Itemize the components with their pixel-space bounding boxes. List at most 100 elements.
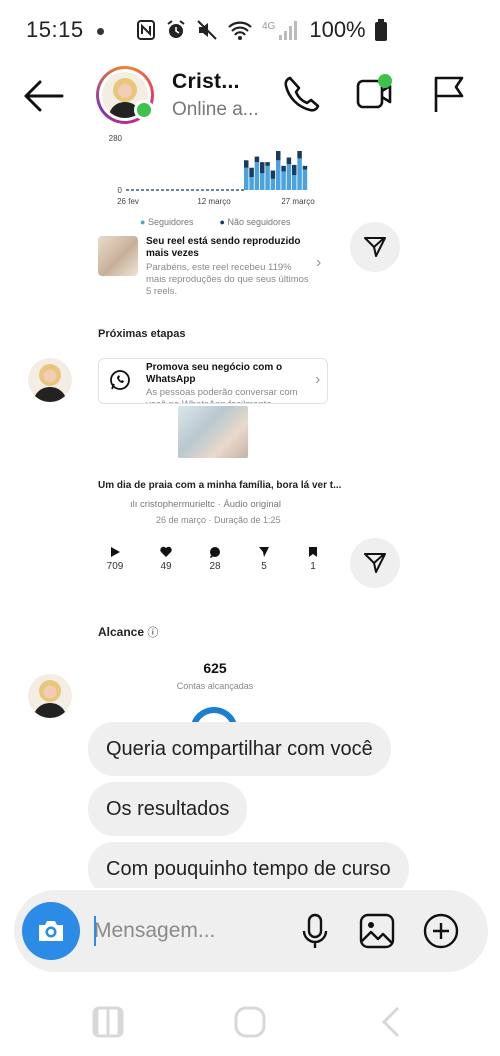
reach-title-text: Alcance xyxy=(98,625,145,639)
contact-name[interactable]: Crist... xyxy=(172,70,240,94)
status-icons: 4G 100% xyxy=(136,17,387,43)
chevron-right-icon: › xyxy=(315,371,321,388)
stat-comments: 28 xyxy=(195,546,235,572)
reel-author: ılı cristophermurieltc · Áudio original xyxy=(130,499,281,510)
reach-label: Contas alcançadas xyxy=(176,681,254,691)
gallery-button[interactable] xyxy=(356,910,398,952)
voice-call-button[interactable] xyxy=(280,72,324,116)
y-tick-label: 0 xyxy=(118,186,123,195)
stat-likes: 49 xyxy=(146,546,186,572)
image-icon xyxy=(359,913,395,949)
legend-item-followers: ● Seguidores xyxy=(140,217,194,227)
stat-value: 49 xyxy=(160,561,172,572)
flag-icon xyxy=(434,76,464,112)
avatar-photo xyxy=(28,674,72,718)
bar-followers xyxy=(244,167,249,190)
bar-followers xyxy=(292,175,297,190)
status-time: 15:15 xyxy=(26,17,84,42)
x-tick-label: 12 março xyxy=(197,197,231,206)
bar-non-followers xyxy=(249,167,254,177)
whatsapp-promo-item[interactable]: Promova seu negócio com o WhatsApp As pe… xyxy=(98,358,328,404)
x-tick-label: 27 março xyxy=(281,197,315,206)
voice-message-button[interactable] xyxy=(294,910,336,952)
bookmark-icon xyxy=(309,547,317,557)
back-button[interactable] xyxy=(20,76,66,116)
legend-item-non-followers: ● Não seguidores xyxy=(219,217,291,227)
sender-avatar[interactable] xyxy=(28,358,72,402)
send-icon xyxy=(364,237,386,257)
online-indicator xyxy=(134,100,154,120)
stat-plays: 709 xyxy=(95,546,135,572)
whatsapp-promo-title: Promova seu negócio com o WhatsApp xyxy=(146,362,283,385)
message-list[interactable]: 280 0 26 fev 12 março 27 março ● Seguidores … xyxy=(0,128,500,888)
heart-icon xyxy=(160,546,172,557)
avatar-photo xyxy=(28,358,72,402)
audio-icon: ılı xyxy=(130,499,141,510)
stat-saves: 1 xyxy=(293,546,333,572)
bar-followers xyxy=(281,171,286,190)
bar-non-followers xyxy=(260,162,265,174)
mute-icon xyxy=(197,20,217,40)
bar-non-followers xyxy=(276,151,281,161)
bar-non-followers xyxy=(270,170,276,179)
status-bar: 15:15 4G 100% xyxy=(0,0,500,60)
insight-item[interactable]: Seu reel está sendo reproduzido mais vez… xyxy=(98,236,338,297)
reel-thumbnail[interactable] xyxy=(178,406,248,458)
nfc-icon xyxy=(137,20,155,40)
camera-button[interactable] xyxy=(22,902,80,960)
send-icon xyxy=(364,553,386,573)
reel-meta: 26 de março · Duração de 1:25 xyxy=(156,515,281,525)
bar-non-followers xyxy=(254,156,260,163)
add-button[interactable] xyxy=(420,910,462,952)
home-button[interactable] xyxy=(230,1002,270,1042)
recent-apps-button[interactable] xyxy=(88,1002,128,1042)
message-bubble[interactable]: Com pouquinho tempo de curso xyxy=(88,842,409,888)
sender-avatar[interactable] xyxy=(28,674,72,718)
message-input[interactable] xyxy=(94,912,274,950)
system-navigation-bar xyxy=(0,990,500,1056)
chevron-right-icon: › xyxy=(316,254,322,271)
battery-percent: 100% xyxy=(309,17,366,42)
insight-title: Seu reel está sendo reproduzido mais vez… xyxy=(146,236,301,259)
arrow-left-icon xyxy=(24,80,64,112)
chart-legend: ● Seguidores ● Não seguidores xyxy=(140,217,291,227)
whatsapp-icon xyxy=(110,370,130,390)
bar-followers xyxy=(302,169,308,190)
bar-non-followers xyxy=(244,160,249,168)
whatsapp-promo-body: As pessoas poderão conversar com você no… xyxy=(146,387,298,403)
stat-value: 709 xyxy=(106,561,124,572)
text-cursor xyxy=(94,916,96,946)
bar-non-followers xyxy=(297,151,302,159)
legend-label-followers: Seguidores xyxy=(147,217,194,227)
reach-title: Alcance ⓘ xyxy=(98,624,158,640)
bar-followers xyxy=(249,177,254,190)
back-nav-button[interactable] xyxy=(372,1002,412,1042)
comment-icon xyxy=(210,547,220,558)
stat-value: 1 xyxy=(310,561,316,572)
recent-apps-icon xyxy=(92,1006,124,1038)
bar-followers xyxy=(260,173,265,190)
camera-icon xyxy=(39,921,63,941)
bar-followers xyxy=(254,162,260,190)
chevron-left-icon xyxy=(381,1006,400,1038)
network-label: 4G xyxy=(262,20,276,32)
y-tick-label: 280 xyxy=(109,134,123,143)
home-icon xyxy=(234,1006,266,1038)
message-bubble[interactable]: Queria compartilhar com você xyxy=(88,722,391,776)
share-button[interactable] xyxy=(350,222,400,272)
insight-body: Parabéns, este reel recebeu 119% mais re… xyxy=(146,262,309,297)
reel-caption: Um dia de praia com a minha família, bor… xyxy=(98,480,342,491)
chat-header: Crist... Online a... xyxy=(0,62,500,128)
battery-icon xyxy=(374,19,387,41)
bar-followers xyxy=(276,160,281,190)
send-icon xyxy=(259,547,269,557)
x-tick-label: 26 fev xyxy=(117,197,139,206)
bar-followers xyxy=(286,164,292,190)
bar-non-followers xyxy=(292,164,297,176)
reel-thumbnail-small xyxy=(98,236,138,276)
bar-non-followers xyxy=(281,165,286,172)
followers-chart: 280 0 26 fev 12 março 27 março xyxy=(109,134,316,206)
message-bubble[interactable]: Os resultados xyxy=(88,782,248,836)
share-button[interactable] xyxy=(350,538,400,588)
report-button[interactable] xyxy=(428,72,472,116)
